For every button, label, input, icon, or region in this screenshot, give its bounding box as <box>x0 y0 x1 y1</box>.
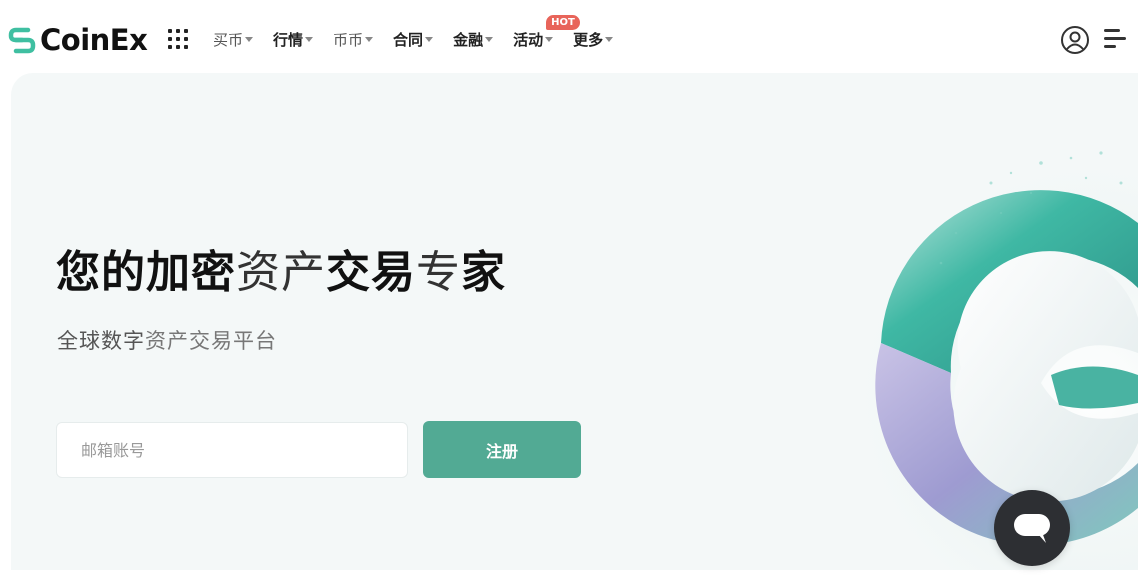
nav-item-label: 更多 <box>573 30 604 49</box>
caret-down-icon <box>425 36 434 42</box>
coinex-3d-logo-art <box>741 113 1138 570</box>
nav-item-buy-crypto[interactable]: 买币 <box>213 29 254 50</box>
hero-title-part: 您的加密 <box>56 247 236 298</box>
nav-item-activities[interactable]: 活动 HOT <box>513 14 580 50</box>
coinex-logo[interactable]: CoinEx <box>8 22 148 58</box>
nav-item-label: 币币 <box>333 30 364 49</box>
caret-down-icon <box>605 36 614 42</box>
nav-item-label: 活动 <box>513 30 544 49</box>
nav-item-markets[interactable]: 行情 <box>273 29 314 50</box>
caret-down-icon <box>485 36 494 42</box>
hero-title-part: 专 <box>416 247 461 298</box>
main-nav: 买币 行情 币币 合同 金融 活动 HOT 更多 <box>213 14 633 50</box>
nav-item-label: 合同 <box>393 30 424 49</box>
nav-item-label: 行情 <box>273 30 304 49</box>
hero-subtitle-part: 全球数字 <box>57 329 145 353</box>
hero-title-part: 交易 <box>326 247 416 298</box>
caret-down-icon <box>305 36 314 42</box>
hero-title: 您的加密资产交易专家 <box>56 245 506 301</box>
hero-title-part: 资产 <box>236 247 326 298</box>
top-nav-bar: CoinEx 买币 行情 币币 合同 金融 活动 HOT 更多 <box>0 0 1138 80</box>
hero-subtitle: 全球数字资产交易平台 <box>57 325 277 355</box>
nav-item-label: 买币 <box>213 30 244 49</box>
nav-item-finance[interactable]: 金融 <box>453 29 494 50</box>
brand-name: CoinEx <box>40 23 148 57</box>
hot-badge: HOT <box>546 14 580 30</box>
user-icon[interactable] <box>1060 25 1090 55</box>
grid-icon[interactable] <box>168 29 188 49</box>
hero-subtitle-part: 资产交易平台 <box>145 329 277 353</box>
nav-item-label: 金融 <box>453 30 484 49</box>
coinex-logo-icon <box>8 27 36 54</box>
nav-item-spot[interactable]: 币币 <box>333 29 374 50</box>
caret-down-icon <box>365 36 374 42</box>
hero-title-part: 家 <box>461 247 506 298</box>
email-input[interactable] <box>56 422 408 478</box>
nav-item-contracts[interactable]: 合同 <box>393 29 434 50</box>
caret-down-icon <box>245 36 254 42</box>
nav-item-more[interactable]: 更多 <box>573 29 614 50</box>
hero-section: 您的加密资产交易专家 全球数字资产交易平台 注册 <box>11 73 1138 570</box>
chat-icon[interactable] <box>994 490 1070 566</box>
register-button[interactable]: 注册 <box>423 421 581 478</box>
caret-down-icon <box>545 36 554 42</box>
menu-icon[interactable] <box>1104 29 1126 49</box>
